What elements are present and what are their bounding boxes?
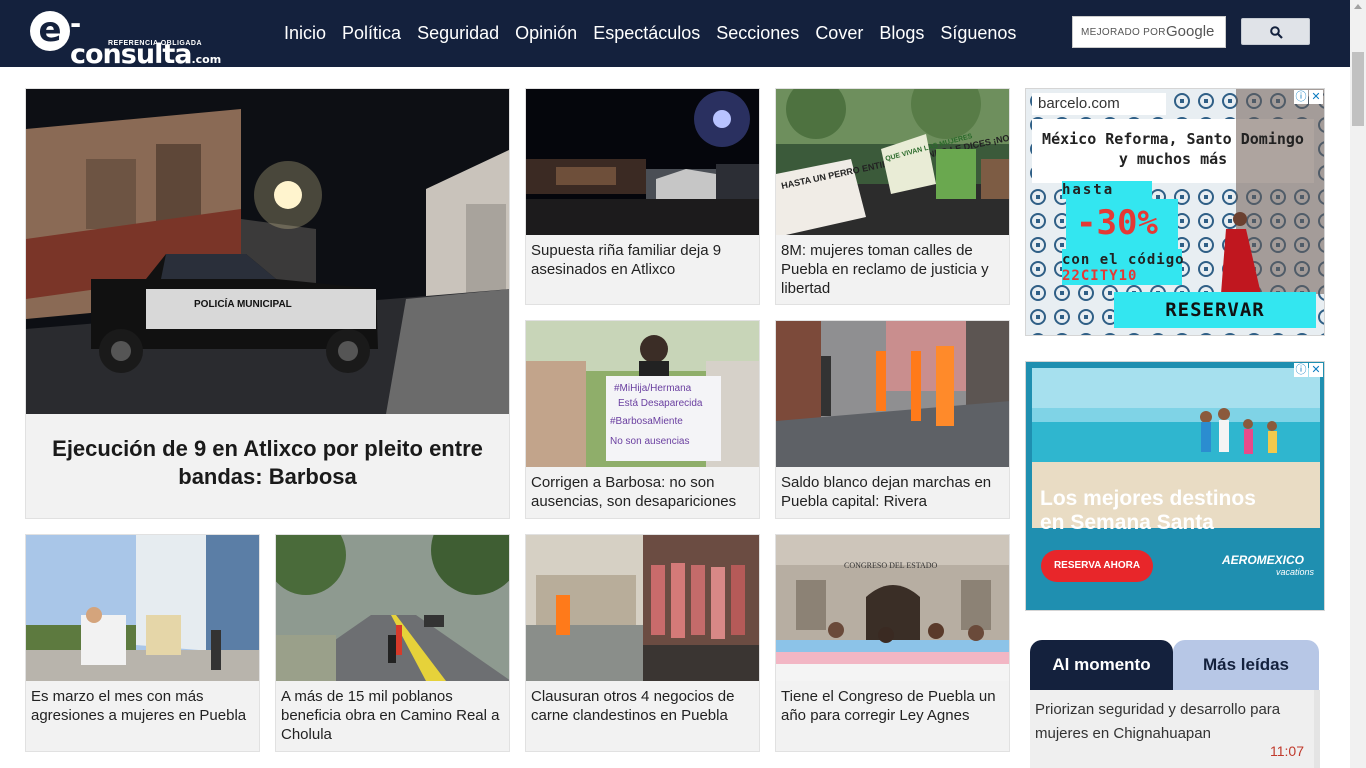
protest-sign-text: #BarbosaMiente xyxy=(610,416,683,427)
story-card[interactable]: Clausuran otros 4 negocios de carne clan… xyxy=(525,534,760,752)
story-card[interactable]: Es marzo el mes con más agresiones a muj… xyxy=(25,534,260,752)
news-tabs: Al momento Más leídas Priorizan segurida… xyxy=(1030,640,1320,768)
story-card[interactable]: Saldo blanco dejan marchas en Puebla cap… xyxy=(775,320,1010,519)
story-image[interactable]: CONGRESO DEL ESTADO xyxy=(776,535,1009,681)
story-caption[interactable]: Corrigen a Barbosa: no son ausencias, so… xyxy=(531,473,753,511)
aeromexico-ad[interactable]: ⓘ ✕ Los mejores destinos en Semana Santa… xyxy=(1025,361,1325,611)
nav-politica[interactable]: Política xyxy=(342,22,401,44)
aeromexico-subheadline: en Semana Santa xyxy=(1040,511,1214,534)
story-caption[interactable]: Clausuran otros 4 negocios de carne clan… xyxy=(531,687,753,725)
story-card[interactable]: HASTA UN PERRO ENTIENDE CUANDO LE DICES … xyxy=(775,88,1010,305)
google-brand: Google xyxy=(1166,23,1215,40)
lead-story-image[interactable]: POLICÍA MUNICIPAL xyxy=(26,89,509,414)
latest-news-item[interactable]: Priorizan seguridad y desarrollo para mu… xyxy=(1035,698,1305,746)
ad-info-close-icon[interactable]: ⓘ xyxy=(1294,90,1308,104)
story-caption[interactable]: Es marzo el mes con más agresiones a muj… xyxy=(31,687,253,725)
protest-sign-text: #MiHija/Hermana xyxy=(614,383,692,394)
story-caption[interactable]: Tiene el Congreso de Puebla un año para … xyxy=(781,687,1003,725)
story-image[interactable] xyxy=(276,535,509,681)
search-input[interactable]: MEJORADO POR Google xyxy=(1072,16,1226,48)
nav-blogs[interactable]: Blogs xyxy=(879,22,924,44)
story-image[interactable]: #MiHija/Hermana Está Desaparecida #Barbo… xyxy=(526,321,759,467)
protest-sign-text: No son ausencias xyxy=(610,436,690,447)
scroll-thumb[interactable] xyxy=(1352,52,1364,126)
tab-al-momento[interactable]: Al momento xyxy=(1030,640,1173,690)
story-caption[interactable]: Supuesta riña familiar deja 9 asesinados… xyxy=(531,241,753,279)
logo-tagline: REFERENCIA OBLIGADA xyxy=(108,40,203,47)
logo-letter: e xyxy=(30,11,70,51)
scroll-up-arrow-icon[interactable] xyxy=(1354,4,1362,9)
barcelo-reservar-button[interactable]: RESERVAR xyxy=(1114,292,1316,328)
story-card[interactable]: CONGRESO DEL ESTADO Tiene el Congreso de… xyxy=(775,534,1010,752)
aeromexico-headline: Los mejores destinos xyxy=(1040,487,1256,510)
site-logo[interactable]: e -consulta.com REFERENCIA OBLIGADA xyxy=(28,8,228,70)
nav-opinion[interactable]: Opinión xyxy=(515,22,577,44)
nav-secciones[interactable]: Secciones xyxy=(716,22,799,44)
tab-mas-leidas[interactable]: Más leídas xyxy=(1173,640,1319,690)
barcelo-headline: México Reforma, Santo Domingo xyxy=(1042,130,1304,148)
story-card[interactable]: #MiHija/Hermana Está Desaparecida #Barbo… xyxy=(525,320,760,519)
nav-inicio[interactable]: Inicio xyxy=(284,22,326,44)
ad-close-icon[interactable]: ✕ xyxy=(1309,363,1323,377)
page-scrollbar[interactable] xyxy=(1350,0,1366,768)
aeromexico-brand-sub: vacations xyxy=(1276,567,1315,577)
patrol-car-text: POLICÍA MUNICIPAL xyxy=(194,297,292,310)
logo-com: .com xyxy=(191,53,222,66)
aeromexico-reserva-button[interactable]: RESERVA AHORA xyxy=(1041,550,1153,582)
nav-seguridad[interactable]: Seguridad xyxy=(417,22,499,44)
barcelo-hasta: hasta xyxy=(1062,182,1115,198)
story-caption[interactable]: Saldo blanco dejan marchas en Puebla cap… xyxy=(781,473,1003,511)
story-card[interactable]: Supuesta riña familiar deja 9 asesinados… xyxy=(525,88,760,305)
building-text: CONGRESO DEL ESTADO xyxy=(844,561,938,570)
search-placeholder: MEJORADO POR xyxy=(1081,27,1166,38)
lead-story-title[interactable]: Ejecución de 9 en Atlixco por pleito ent… xyxy=(46,435,489,491)
ad-close-icon[interactable]: ✕ xyxy=(1309,90,1323,104)
barcelo-discount: -30% xyxy=(1076,203,1158,243)
story-caption[interactable]: A más de 15 mil poblanos beneficia obra … xyxy=(281,687,503,744)
nav-siguenos[interactable]: Síguenos xyxy=(940,22,1016,44)
ad-info-close-icon[interactable]: ⓘ xyxy=(1294,363,1308,377)
story-image[interactable] xyxy=(526,535,759,681)
story-image[interactable] xyxy=(526,89,759,235)
nav-espectaculos[interactable]: Espectáculos xyxy=(593,22,700,44)
protest-sign-text: Está Desaparecida xyxy=(618,398,703,409)
barcelo-subheadline: y muchos más xyxy=(1118,150,1228,168)
barcelo-ad[interactable]: barcelo.com ⓘ ✕ México Reforma, Santo Do… xyxy=(1025,88,1325,336)
latest-news-time: 11:07 xyxy=(1270,743,1304,759)
story-caption[interactable]: 8M: mujeres toman calles de Puebla en re… xyxy=(781,241,1003,298)
main-nav: Inicio Política Seguridad Opinión Espect… xyxy=(284,22,1016,44)
site-header: e -consulta.com REFERENCIA OBLIGADA Inic… xyxy=(0,0,1350,70)
aeromexico-brand: AEROMEXICO xyxy=(1222,553,1305,567)
story-image[interactable] xyxy=(26,535,259,681)
search-icon xyxy=(1270,26,1283,39)
barcelo-brand: barcelo.com xyxy=(1032,93,1166,115)
story-image[interactable] xyxy=(776,321,1009,467)
tab-panel: Priorizan seguridad y desarrollo para mu… xyxy=(1030,690,1320,768)
story-image[interactable]: HASTA UN PERRO ENTIENDE CUANDO LE DICES … xyxy=(776,89,1009,235)
barcelo-code: 22CITY10 xyxy=(1062,268,1138,284)
story-card[interactable]: A más de 15 mil poblanos beneficia obra … xyxy=(275,534,510,752)
search-button[interactable] xyxy=(1241,18,1310,45)
nav-cover[interactable]: Cover xyxy=(815,22,863,44)
lead-story[interactable]: POLICÍA MUNICIPAL Ejecución de 9 en Atli… xyxy=(25,88,510,519)
